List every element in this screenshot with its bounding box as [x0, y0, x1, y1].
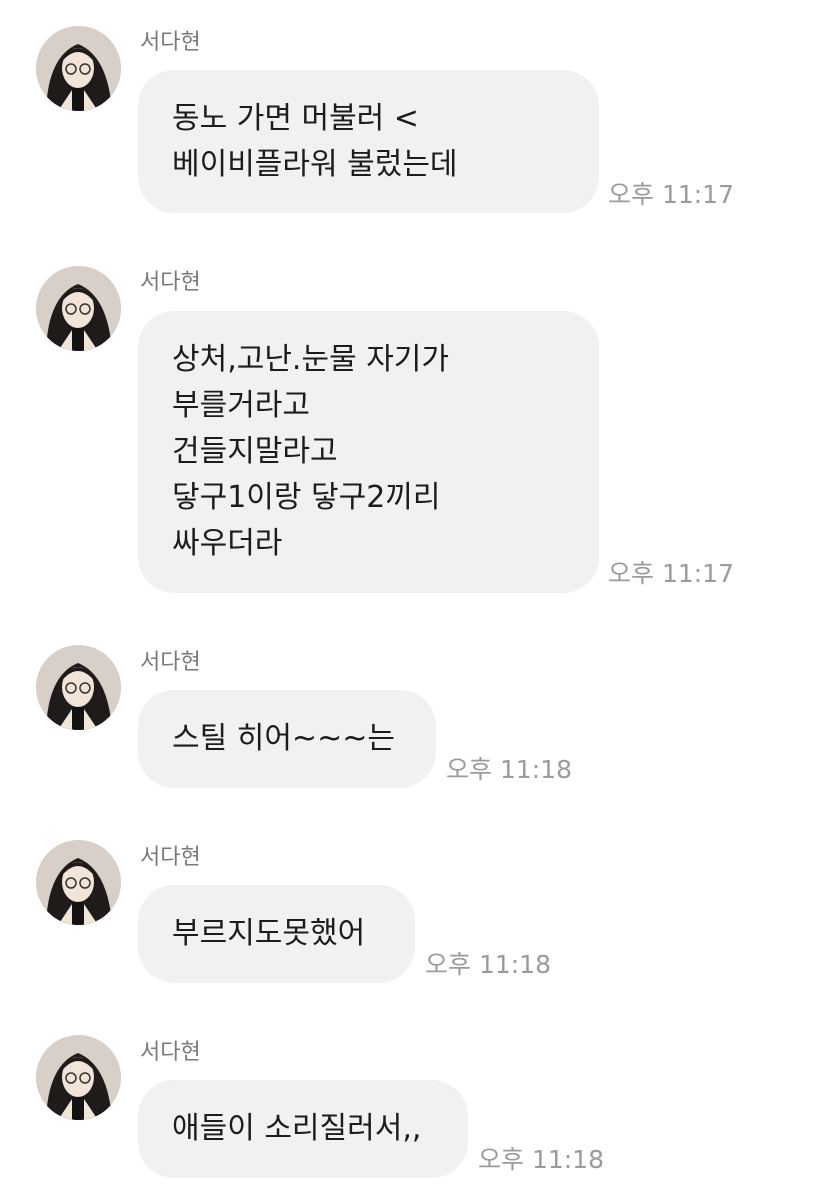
message-text: 애들이 소리질러서,,	[172, 1111, 422, 1146]
message-time: 오후 11:18	[478, 1145, 604, 1174]
message-bubble[interactable]: 스틸 히어~~~는	[138, 690, 436, 788]
message-text: 닿구1이랑 닿구2끼리	[172, 480, 441, 515]
avatar[interactable]	[36, 645, 121, 730]
message-text: 부르지도못했어	[172, 916, 366, 951]
message-bubble[interactable]: 동노 가면 머불러 < 베이비플라워 불렀는데	[138, 70, 599, 213]
sender-name: 서다현	[140, 845, 201, 870]
message-bubble[interactable]: 상처,고난.눈물 자기가 부를거라고 건들지말라고 닿구1이랑 닿구2끼리 싸우…	[138, 311, 599, 593]
avatar[interactable]	[36, 840, 121, 925]
message-bubble[interactable]: 부르지도못했어	[138, 885, 415, 983]
message-bubble[interactable]: 애들이 소리질러서,,	[138, 1080, 468, 1178]
sender-name: 서다현	[140, 650, 201, 675]
avatar[interactable]	[36, 266, 121, 351]
message-text: 스틸 히어~~~는	[172, 721, 395, 756]
sender-name: 서다현	[140, 270, 201, 295]
avatar[interactable]	[36, 1035, 121, 1120]
message-text: 건들지말라고	[172, 434, 338, 469]
message-time: 오후 11:18	[446, 755, 572, 784]
message-time: 오후 11:18	[425, 950, 551, 979]
avatar[interactable]	[36, 26, 121, 111]
message-text: 베이비플라워 불렀는데	[172, 147, 458, 182]
message-text: 동노 가면 머불러 <	[172, 101, 419, 136]
message-text: 부를거라고	[172, 388, 310, 423]
message-text: 싸우더라	[172, 526, 283, 561]
sender-name: 서다현	[140, 30, 201, 55]
sender-name: 서다현	[140, 1040, 201, 1065]
message-time: 오후 11:17	[608, 180, 734, 209]
message-text: 상처,고난.눈물 자기가	[172, 342, 450, 377]
message-time: 오후 11:17	[608, 559, 734, 588]
